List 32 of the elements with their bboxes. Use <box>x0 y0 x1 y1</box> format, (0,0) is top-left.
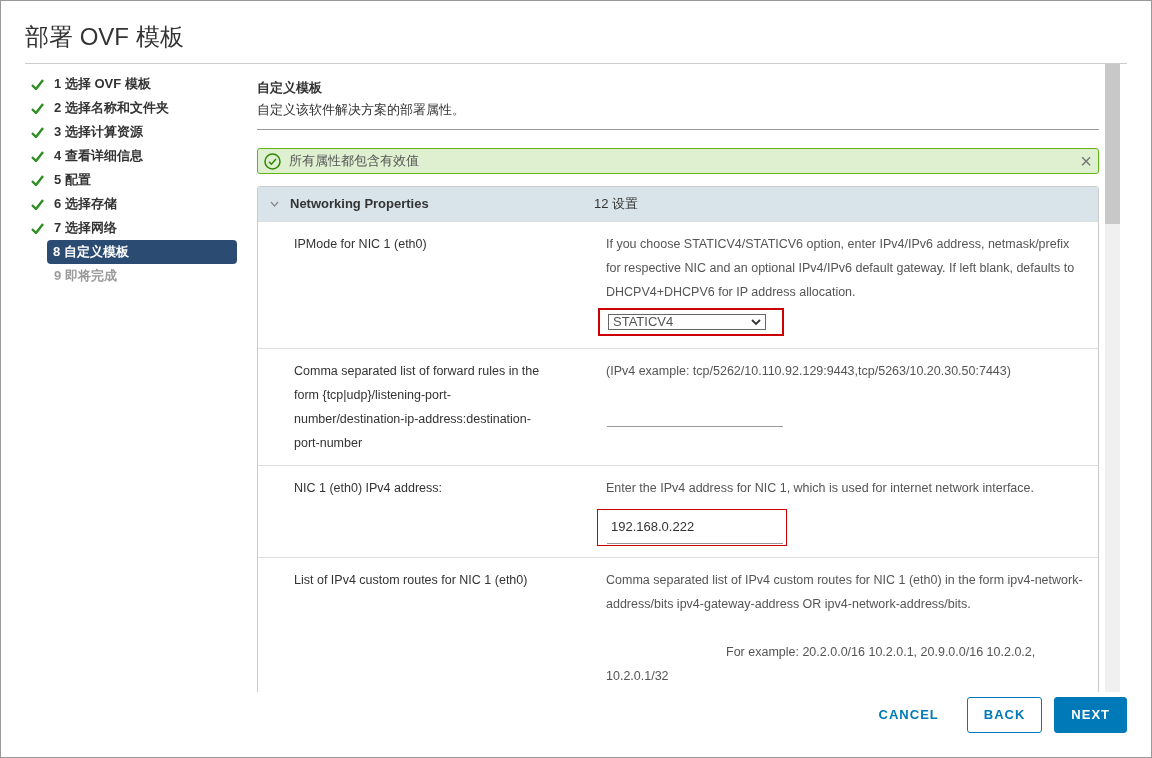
property-label: Comma separated list of forward rules in the form {tcp|udp}/listening-port-number/destination-ip-address:destination-port-number <box>293 363 541 452</box>
property-label: IPMode for NIC 1 (eth0) <box>293 236 428 253</box>
property-description: Comma separated list of IPv4 custom routes for NIC 1 (eth0) in the form ipv4-network-address/bits ipv4-gateway-address OR ipv4-network-address/bits. <box>606 572 1084 613</box>
step-item[interactable]: 8 自定义模板 <box>47 240 237 264</box>
step-item[interactable]: 7 选择网络 <box>48 216 237 240</box>
step-item[interactable]: 6 选择存储 <box>48 192 237 216</box>
page-title: 自定义模板 <box>257 79 323 97</box>
settings-count: 12 设置 <box>594 195 639 214</box>
alert-text: 所有属性都包含有效值 <box>289 152 419 171</box>
page-subtitle: 自定义该软件解决方案的部署属性。 <box>257 100 466 119</box>
property-description: For example: 20.2.0.0/16 10.2.0.1, 20.9.0.0/16 10.2.0.2, 10.2.0.1/32 <box>606 644 1037 685</box>
property-description: If you choose STATICV4/STATICV6 option, enter IPv4/IPv6 address, netmask/prefix for respective NIC and an optional IPv4/IPv6 default gateway. If left blank, defaults to DHCPV4+DHCPV6 for IP address allocation. <box>606 236 1076 301</box>
window-title: 部署 OVF 模板 <box>24 22 185 52</box>
step-item[interactable]: 4 查看详细信息 <box>48 144 237 168</box>
property-label: NIC 1 (eth0) IPv4 address: <box>293 480 443 497</box>
success-icon <box>264 152 281 170</box>
wizard-button[interactable]: CANCEL <box>862 697 955 733</box>
scrollbar[interactable] <box>1105 64 1120 692</box>
step-item[interactable]: 5 配置 <box>48 168 237 192</box>
step-item[interactable]: 2 选择名称和文件夹 <box>48 96 237 120</box>
step-item[interactable]: 3 选择计算资源 <box>48 120 237 144</box>
wizard-button[interactable]: BACK <box>966 697 1043 733</box>
caret-icon <box>751 318 761 326</box>
property-description: (IPv4 example: tcp/5262/10.110.92.129:9443,tcp/5263/10.20.30.50:7443) <box>606 363 1012 380</box>
step-item[interactable]: 1 选择 OVF 模板 <box>48 72 237 96</box>
close-button[interactable]: × <box>1080 151 1092 171</box>
property-description: Enter the IPv4 address for NIC 1, which is used for internet network interface. <box>606 480 1035 497</box>
group-header[interactable]: Networking Properties 12 设置 <box>258 187 1098 221</box>
wizard-button[interactable]: NEXT <box>1054 697 1127 733</box>
group-title: Networking Properties <box>290 195 430 214</box>
property-label: List of IPv4 custom routes for NIC 1 (eth0) <box>293 572 529 589</box>
select-field[interactable]: STATICV4 <box>608 314 766 330</box>
